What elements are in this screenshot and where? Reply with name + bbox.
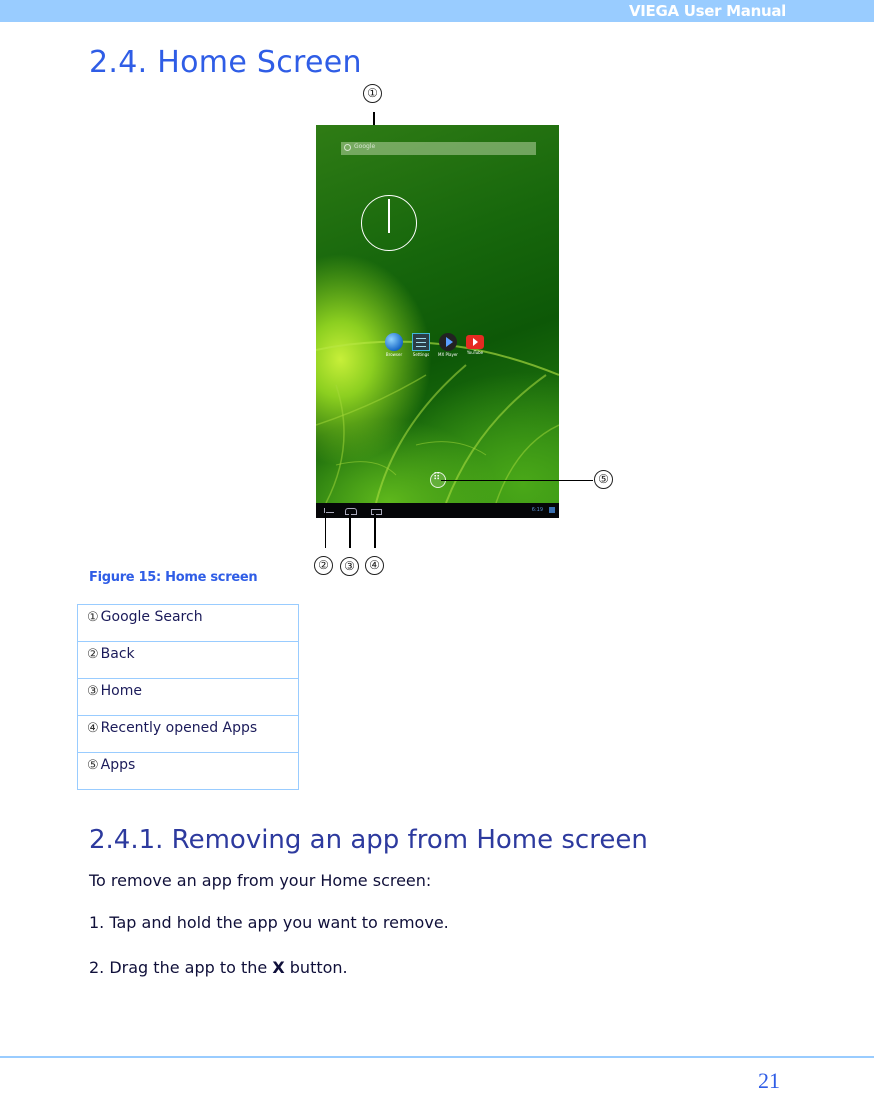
- step-2: 2. Drag the app to the X button.: [89, 958, 348, 977]
- figure-caption: Figure 15: Home screen: [89, 570, 258, 585]
- step-2-prefix: 2. Drag the app to the: [89, 958, 273, 977]
- leaf-veins: [316, 340, 559, 503]
- leader-line-4: [374, 514, 376, 548]
- legend-row: ① Google Search: [77, 604, 299, 642]
- legend-label: Google Search: [100, 609, 203, 625]
- system-nav-bar: 6:19: [316, 503, 559, 518]
- globe-icon: [385, 333, 403, 351]
- callout-2: ②: [314, 556, 333, 575]
- intro-text: To remove an app from your Home screen:: [89, 871, 432, 890]
- step-1: 1. Tap and hold the app you want to remo…: [89, 913, 449, 932]
- legend-number: ①: [87, 610, 99, 625]
- callout-1: ①: [363, 84, 382, 103]
- analog-clock-widget[interactable]: [361, 195, 417, 251]
- youtube-icon: [466, 335, 484, 349]
- callout-5: ⑤: [594, 470, 613, 489]
- status-icons: [549, 507, 555, 513]
- legend-label: Recently opened Apps: [100, 720, 258, 736]
- app-label: MX Player: [438, 352, 458, 357]
- legend-table: ① Google Search ② Back ③ Home ④ Recently ope…: [77, 604, 299, 790]
- app-mx-player[interactable]: MX Player: [435, 333, 461, 357]
- leader-line-5: [441, 480, 593, 481]
- page-number: 21: [758, 1068, 780, 1093]
- clock-hand: [388, 199, 390, 233]
- status-time: 6:19: [531, 507, 543, 513]
- legend-number: ④: [87, 721, 99, 736]
- legend-row: ② Back: [77, 641, 299, 679]
- app-label: YouTube: [466, 350, 484, 355]
- app-label: Settings: [412, 352, 430, 357]
- app-settings[interactable]: Settings: [408, 333, 434, 357]
- settings-sliders-icon: [412, 333, 430, 351]
- subsection-heading: 2.4.1. Removing an app from Home screen: [89, 825, 648, 855]
- app-label: Browser: [385, 352, 403, 357]
- tablet-screenshot: Google Browser Settings MX Player YouTub…: [316, 125, 559, 518]
- play-icon: [439, 333, 457, 351]
- step-2-suffix: button.: [284, 958, 348, 977]
- leader-line-3: [349, 514, 351, 548]
- callout-4: ④: [365, 556, 384, 575]
- footer-divider: [0, 1056, 874, 1058]
- legend-number: ③: [87, 684, 99, 699]
- legend-number: ②: [87, 647, 99, 662]
- legend-row: ④ Recently opened Apps: [77, 715, 299, 753]
- callout-3: ③: [340, 557, 359, 576]
- home-apps-row: Browser Settings MX Player YouTube: [381, 333, 491, 363]
- legend-label: Home: [100, 683, 142, 699]
- legend-label: Apps: [100, 757, 136, 773]
- leader-line-2: [325, 508, 326, 548]
- recent-apps-icon[interactable]: [371, 509, 382, 515]
- legend-label: Back: [100, 646, 135, 662]
- app-browser[interactable]: Browser: [381, 333, 407, 357]
- home-screen-figure: ① Google Browser Settings MX Player YouT…: [0, 0, 874, 600]
- legend-row: ⑤ Apps: [77, 752, 299, 790]
- legend-row: ③ Home: [77, 678, 299, 716]
- search-icon: [344, 144, 351, 151]
- google-search-bar[interactable]: Google: [341, 142, 536, 155]
- home-icon[interactable]: [345, 508, 357, 515]
- x-button-label: X: [272, 958, 285, 977]
- app-youtube[interactable]: YouTube: [462, 333, 488, 355]
- legend-number: ⑤: [87, 758, 99, 773]
- search-placeholder: Google: [354, 143, 376, 150]
